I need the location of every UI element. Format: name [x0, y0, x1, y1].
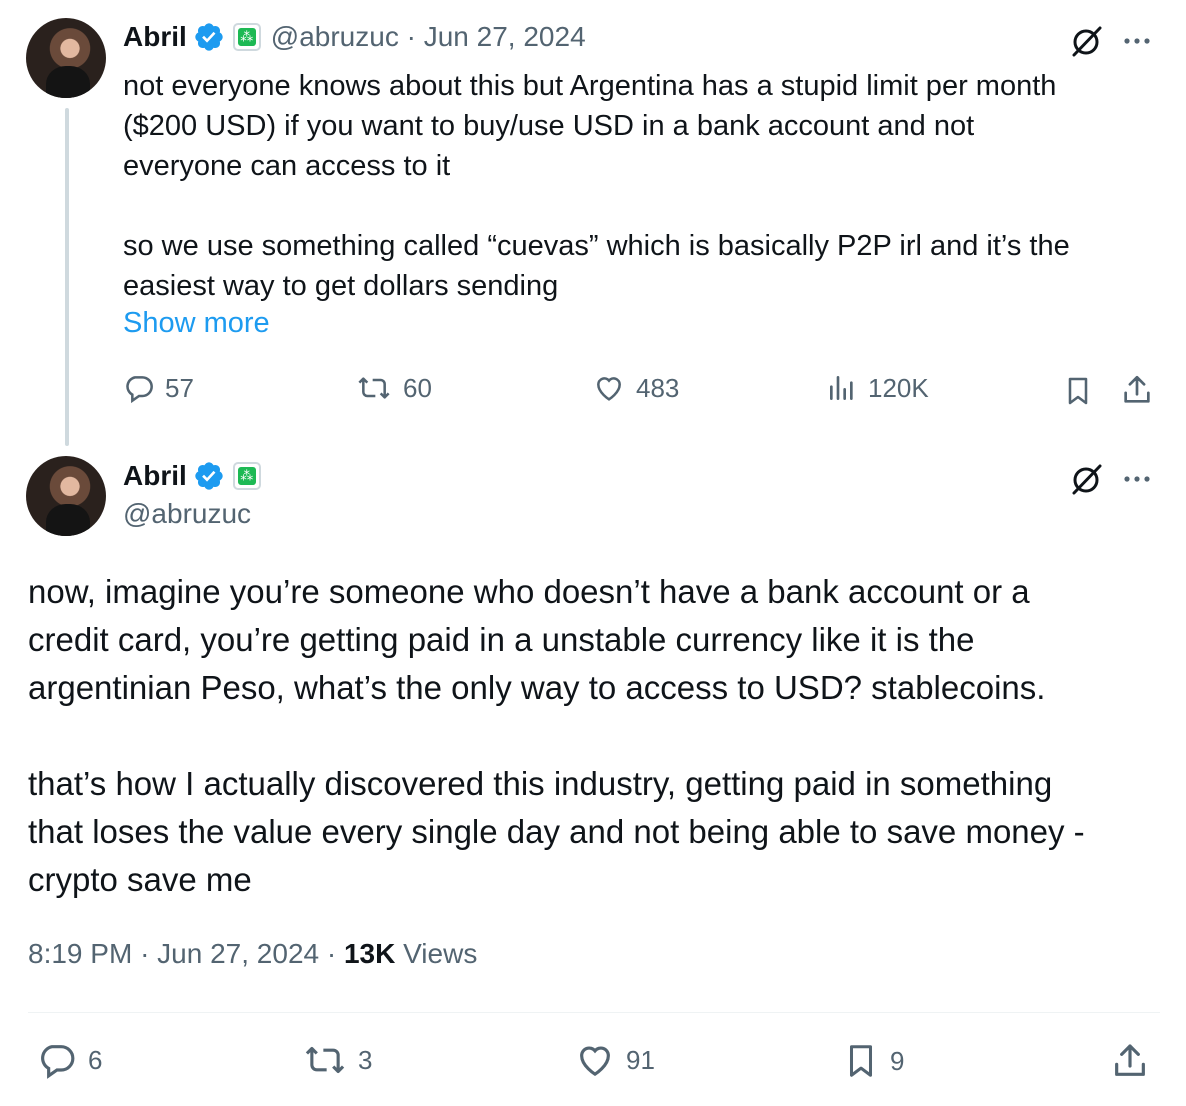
views-icon [830, 376, 853, 400]
text-line: crypto save me [28, 861, 252, 898]
views-count: 120K [868, 372, 929, 403]
text-line: so we use something called “cuevas” whic… [123, 230, 1070, 262]
verified-badge-icon [195, 462, 223, 490]
text-line [123, 186, 1070, 226]
like-button[interactable]: 91 [574, 1040, 655, 1080]
tweet1-text: not everyone knows about this but Argent… [123, 66, 1070, 306]
affiliate-badge-icon[interactable]: ⁂ [232, 23, 261, 51]
divider [28, 1012, 1160, 1013]
reply-count: 57 [165, 372, 194, 403]
handle[interactable]: @abruzuc [123, 498, 251, 530]
post-time[interactable]: 8:19 PM [28, 938, 132, 969]
show-more-link[interactable]: Show more [123, 307, 270, 340]
post-date[interactable]: Jun 27, 2024 [157, 938, 319, 969]
separator-dot: · [140, 938, 158, 969]
repost-icon [358, 377, 390, 399]
more-icon[interactable] [1122, 464, 1152, 494]
tweet2-top-icons [1070, 462, 1152, 496]
bookmark-button[interactable]: 9 [842, 1040, 904, 1082]
repost-button[interactable]: 60 [355, 372, 432, 404]
text-line: ($200 USD) if you want to buy/use USD in… [123, 110, 975, 142]
affiliate-badge-icon[interactable]: ⁂ [232, 462, 261, 490]
text-line: that loses the value every single day an… [28, 813, 1085, 850]
verified-badge-icon [195, 23, 223, 51]
display-name[interactable]: Abril [123, 21, 187, 53]
display-name[interactable]: Abril [123, 460, 187, 492]
share-icon[interactable] [1110, 1040, 1150, 1082]
share-icon[interactable] [1120, 373, 1154, 407]
text-line: now, imagine you’re someone who doesn’t … [28, 573, 1030, 610]
post-meta: 8:19 PM · Jun 27, 2024 · 13K Views [28, 938, 477, 970]
reply-icon [41, 1045, 75, 1079]
bookmark-icon [849, 1045, 873, 1077]
post-date[interactable]: Jun 27, 2024 [424, 21, 586, 53]
tweet1-header: Abril ⁂ @abruzuc · Jun 27, 2024 [123, 17, 586, 57]
grok-icon[interactable] [1070, 462, 1104, 496]
like-button[interactable]: 483 [592, 372, 679, 404]
text-line: not everyone knows about this but Argent… [123, 70, 1057, 102]
reply-button[interactable]: 6 [36, 1040, 102, 1080]
grok-icon[interactable] [1070, 24, 1104, 58]
repost-button[interactable]: 3 [302, 1040, 372, 1080]
separator-dot: · [326, 938, 344, 969]
avatar[interactable] [26, 456, 106, 536]
views-button[interactable]: 120K [826, 372, 929, 404]
views-count: 13K [343, 938, 396, 969]
tweet1-top-icons [1070, 24, 1152, 58]
heart-icon [597, 377, 621, 401]
reply-button[interactable]: 57 [123, 372, 194, 404]
text-line: that’s how I actually discovered this in… [28, 765, 1053, 802]
repost-count: 3 [358, 1044, 373, 1075]
separator-dot: · [398, 21, 424, 52]
bookmark-count: 9 [890, 1045, 905, 1076]
like-count: 91 [626, 1044, 655, 1075]
reply-count: 6 [88, 1044, 103, 1075]
tweet2-text: now, imagine you’re someone who doesn’t … [28, 568, 1085, 904]
text-line: easiest way to get dollars sending [123, 270, 559, 302]
text-line: everyone can access to it [123, 150, 451, 182]
tweet2-header: Abril ⁂ [123, 456, 261, 496]
text-line: credit card, you’re getting paid in a un… [28, 621, 975, 658]
like-count: 483 [636, 372, 680, 403]
avatar[interactable] [26, 18, 106, 98]
handle[interactable]: @abruzuc [271, 21, 399, 53]
repost-icon [305, 1046, 345, 1074]
reply-icon [126, 376, 153, 404]
thread-line [65, 108, 69, 446]
repost-count: 60 [403, 372, 432, 403]
views-label: Views [403, 938, 478, 969]
heart-icon [580, 1046, 610, 1077]
text-line: argentinian Peso, what’s the only way to… [28, 669, 1046, 706]
text-line [28, 712, 1085, 760]
more-icon[interactable] [1122, 26, 1152, 56]
bookmark-icon[interactable] [1062, 374, 1094, 408]
